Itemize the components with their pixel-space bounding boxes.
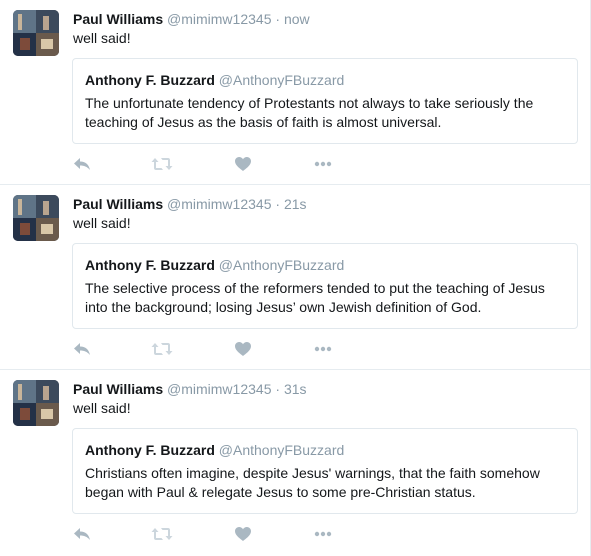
- tweet-actions: [72, 154, 372, 174]
- quoted-text: The unfortunate tendency of Protestants …: [85, 95, 534, 130]
- quoted-author-handle: @AnthonyFBuzzard: [218, 257, 345, 273]
- more-icon[interactable]: [312, 154, 334, 174]
- quoted-text: The selective process of the reformers t…: [85, 280, 545, 315]
- tweet-header: Paul Williams @mimimw12345 · 31s: [73, 380, 307, 398]
- author-name[interactable]: Paul Williams: [73, 11, 163, 27]
- tweet-text: well said!: [73, 215, 131, 231]
- more-icon[interactable]: [312, 524, 334, 544]
- author-handle[interactable]: @mimimw12345: [167, 196, 271, 212]
- author-name[interactable]: Paul Williams: [73, 196, 163, 212]
- quoted-tweet[interactable]: Anthony F. Buzzard @AnthonyFBuzzard The …: [72, 58, 578, 144]
- reply-icon[interactable]: [72, 154, 92, 174]
- timestamp[interactable]: 31s: [284, 381, 307, 397]
- tweet[interactable]: Paul Williams @mimimw12345 · 31s well sa…: [0, 370, 590, 556]
- reply-icon[interactable]: [72, 339, 92, 359]
- quoted-header: Anthony F. Buzzard @AnthonyFBuzzard: [85, 441, 344, 459]
- tweet-text: well said!: [73, 400, 131, 416]
- separator: ·: [275, 196, 281, 212]
- timestamp[interactable]: now: [284, 11, 310, 27]
- retweet-icon[interactable]: [151, 154, 173, 174]
- tweet-header: Paul Williams @mimimw12345 · 21s: [73, 195, 307, 213]
- reply-icon[interactable]: [72, 524, 92, 544]
- more-icon[interactable]: [312, 339, 334, 359]
- quoted-author-name: Anthony F. Buzzard: [85, 257, 215, 273]
- separator: ·: [275, 11, 281, 27]
- timestamp[interactable]: 21s: [284, 196, 307, 212]
- heart-icon[interactable]: [234, 339, 252, 359]
- heart-icon[interactable]: [234, 154, 252, 174]
- timeline: Paul Williams @mimimw12345 · now well sa…: [0, 0, 591, 556]
- quoted-header: Anthony F. Buzzard @AnthonyFBuzzard: [85, 256, 344, 274]
- avatar[interactable]: [13, 380, 59, 426]
- tweet-text: well said!: [73, 30, 131, 46]
- avatar[interactable]: [13, 10, 59, 56]
- quoted-author-name: Anthony F. Buzzard: [85, 442, 215, 458]
- tweet-header: Paul Williams @mimimw12345 · now: [73, 10, 310, 28]
- retweet-icon[interactable]: [151, 524, 173, 544]
- quoted-author-name: Anthony F. Buzzard: [85, 72, 215, 88]
- quoted-text: Christians often imagine, despite Jesus'…: [85, 465, 540, 500]
- quoted-tweet[interactable]: Anthony F. Buzzard @AnthonyFBuzzard The …: [72, 243, 578, 329]
- tweet[interactable]: Paul Williams @mimimw12345 · now well sa…: [0, 0, 590, 185]
- tweet[interactable]: Paul Williams @mimimw12345 · 21s well sa…: [0, 185, 590, 370]
- retweet-icon[interactable]: [151, 339, 173, 359]
- avatar[interactable]: [13, 195, 59, 241]
- author-handle[interactable]: @mimimw12345: [167, 11, 271, 27]
- quoted-author-handle: @AnthonyFBuzzard: [218, 72, 345, 88]
- author-name[interactable]: Paul Williams: [73, 381, 163, 397]
- tweet-actions: [72, 339, 372, 359]
- quoted-author-handle: @AnthonyFBuzzard: [218, 442, 345, 458]
- separator: ·: [275, 381, 281, 397]
- tweet-actions: [72, 524, 372, 544]
- quoted-header: Anthony F. Buzzard @AnthonyFBuzzard: [85, 71, 344, 89]
- quoted-tweet[interactable]: Anthony F. Buzzard @AnthonyFBuzzard Chri…: [72, 428, 578, 514]
- heart-icon[interactable]: [234, 524, 252, 544]
- author-handle[interactable]: @mimimw12345: [167, 381, 271, 397]
